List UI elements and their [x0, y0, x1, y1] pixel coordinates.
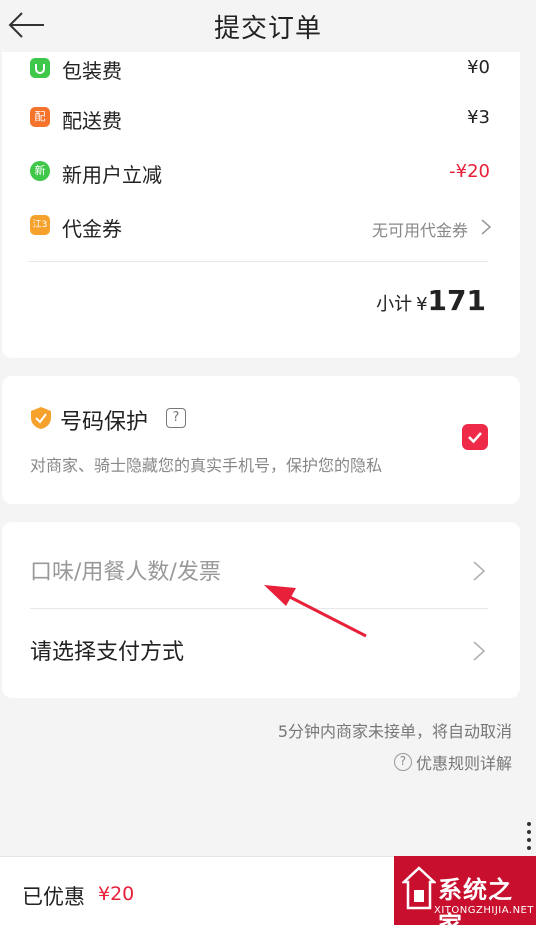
- watermark-text: 系统之家: [438, 876, 513, 925]
- fee-value: ¥3: [467, 107, 490, 128]
- fee-label: 包装费: [62, 59, 122, 83]
- discount-rules-text: 优惠规则详解: [415, 754, 512, 773]
- fee-row-packaging: 包装费 ¥0: [28, 54, 494, 84]
- fee-label: 配送费: [62, 109, 122, 133]
- check-icon: [468, 432, 482, 444]
- discount-value: -¥20: [449, 161, 490, 182]
- subtotal-currency: ¥: [416, 294, 428, 315]
- fee-row-voucher[interactable]: 江3 代金券 无可用代金券: [28, 212, 494, 242]
- chevron-right-icon: [473, 561, 486, 581]
- help-icon[interactable]: ?: [166, 408, 186, 428]
- subtotal-amount: 171: [427, 284, 486, 317]
- watermark: 系统之家 XITONGZHIJIA.NET: [394, 856, 536, 925]
- watermark-url: XITONGZHIJIA.NET: [434, 905, 534, 916]
- fee-label: 代金券: [62, 217, 122, 241]
- delivery-badge-icon: 配: [30, 107, 50, 127]
- new-user-badge-icon: 新: [30, 161, 50, 181]
- number-protection-title: 号码保护: [60, 410, 149, 435]
- taste-diners-invoice-row[interactable]: 口味/用餐人数/发票: [30, 550, 488, 590]
- fee-row-new-user: 新 新用户立减 -¥20: [28, 158, 494, 188]
- number-protection-description: 对商家、骑士隐藏您的真实手机号，保护您的隐私: [30, 456, 383, 475]
- number-protection-checkbox[interactable]: [462, 424, 488, 450]
- subtotal: 小计 ¥171: [376, 284, 486, 317]
- discount-rules-link[interactable]: ? 优惠规则详解: [393, 750, 512, 774]
- order-options-card: 口味/用餐人数/发票 请选择支付方式: [2, 522, 520, 698]
- payment-method-row[interactable]: 请选择支付方式: [30, 630, 488, 670]
- payment-method-label: 请选择支付方式: [30, 640, 185, 665]
- fee-row-delivery: 配 配送费 ¥3: [28, 104, 494, 134]
- help-icon: ?: [393, 753, 412, 771]
- number-protection-card: 号码保护 ? 对商家、骑士隐藏您的真实手机号，保护您的隐私: [2, 376, 520, 504]
- packaging-icon: [30, 58, 50, 78]
- auto-cancel-note: 5分钟内商家未接单，将自动取消: [277, 722, 512, 741]
- shield-icon: [31, 407, 51, 429]
- scroll-indicator: [527, 822, 531, 850]
- fee-label: 新用户立减: [62, 163, 162, 187]
- fee-value: ¥0: [467, 57, 490, 78]
- chevron-right-icon: [481, 219, 492, 235]
- house-logo-icon: [402, 866, 436, 910]
- voucher-value: 无可用代金券: [371, 221, 468, 240]
- divider: [30, 608, 488, 609]
- voucher-badge-icon: 江3: [30, 215, 50, 235]
- subtotal-label: 小计: [376, 294, 413, 315]
- discount-total-label: 已优惠: [22, 885, 85, 909]
- header: 提交订单: [0, 0, 536, 52]
- taste-diners-invoice-label: 口味/用餐人数/发票: [30, 560, 221, 585]
- page-title: 提交订单: [213, 14, 322, 44]
- discount-total-amount: ¥20: [98, 883, 135, 905]
- divider: [28, 261, 488, 262]
- chevron-right-icon: [473, 641, 486, 661]
- fee-card: 包装费 ¥0 配 配送费 ¥3 新 新用户立减 -¥20 江3 代金券 无可用代…: [2, 40, 520, 358]
